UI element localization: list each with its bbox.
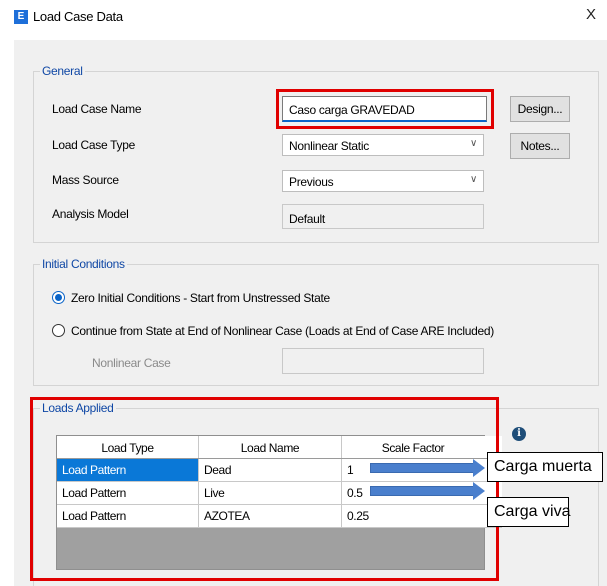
column-header-load-type[interactable]: Load Type [57, 436, 199, 458]
title-bar: E Load Case Data X [0, 0, 607, 34]
table-empty-area [57, 528, 484, 569]
arrow-live-head [473, 482, 485, 500]
continue-nonlinear-radio[interactable] [52, 324, 65, 337]
mass-source-value: Previous [289, 175, 334, 189]
load-case-name-label: Load Case Name [52, 102, 142, 116]
nonlinear-case-label: Nonlinear Case [92, 356, 171, 370]
callout-carga-muerta: Carga muerta [487, 452, 603, 482]
column-header-scale-factor[interactable]: Scale Factor [342, 436, 484, 458]
row-1-load-type[interactable]: Load Pattern [57, 459, 199, 481]
app-icon: E [14, 10, 28, 24]
zero-initial-label[interactable]: Zero Initial Conditions - Start from Uns… [71, 291, 330, 305]
row-2-load-name[interactable]: Live [199, 482, 342, 504]
continue-nonlinear-label[interactable]: Continue from State at End of Nonlinear … [71, 324, 494, 338]
load-case-type-select[interactable]: Nonlinear Static ∨ [282, 134, 484, 156]
analysis-model-label: Analysis Model [52, 207, 129, 221]
general-group-label: General [40, 64, 85, 78]
row-3-scale-factor[interactable]: 0.25 [342, 505, 484, 527]
chevron-down-icon: ∨ [469, 138, 477, 149]
row-3-load-type[interactable]: Load Pattern [57, 505, 199, 527]
loads-applied-group-label: Loads Applied [40, 401, 116, 415]
mass-source-label: Mass Source [52, 173, 119, 187]
table-header-row: Load Type Load Name Scale Factor [57, 436, 502, 459]
close-button[interactable]: X [582, 6, 600, 26]
notes-button[interactable]: Notes... [510, 133, 570, 159]
load-case-name-input[interactable]: Caso carga GRAVEDAD [282, 96, 487, 122]
loads-table[interactable]: Load Type Load Name Scale Factor Load Pa… [56, 435, 502, 570]
arrow-dead-head [473, 459, 485, 477]
analysis-model-field: Default [282, 204, 484, 229]
initial-conditions-group-label: Initial Conditions [40, 257, 127, 271]
nonlinear-case-field [282, 348, 484, 374]
row-1-load-name[interactable]: Dead [199, 459, 342, 481]
column-header-load-name[interactable]: Load Name [199, 436, 342, 458]
design-button[interactable]: Design... [510, 96, 570, 122]
row-3-load-name[interactable]: AZOTEA [199, 505, 342, 527]
chevron-down-icon: ∨ [469, 174, 477, 185]
load-case-type-label: Load Case Type [52, 138, 135, 152]
mass-source-select[interactable]: Previous ∨ [282, 170, 484, 192]
table-row[interactable]: Load Pattern AZOTEA 0.25 [57, 505, 502, 528]
zero-initial-radio[interactable] [52, 291, 65, 304]
window-title: Load Case Data [33, 9, 123, 24]
row-2-load-type[interactable]: Load Pattern [57, 482, 199, 504]
callout-carga-viva: Carga viva [487, 497, 570, 527]
arrow-dead [370, 463, 474, 473]
load-case-type-value: Nonlinear Static [289, 139, 369, 153]
info-icon[interactable]: i [512, 427, 526, 441]
arrow-live [370, 486, 474, 496]
